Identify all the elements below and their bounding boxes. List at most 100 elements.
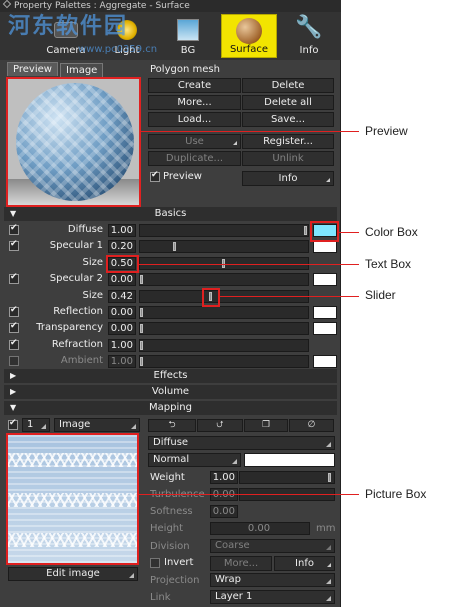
basics-checkbox[interactable]	[9, 321, 19, 333]
basics-slider-thumb[interactable]	[140, 324, 143, 333]
basics-color-box[interactable]	[313, 322, 337, 335]
weight-slider-thumb[interactable]	[328, 473, 331, 482]
basics-slider	[139, 355, 309, 368]
preview-checkbox[interactable]	[150, 170, 160, 182]
unlink-button[interactable]: Unlink	[242, 151, 334, 166]
expand-down-icon: ▼	[10, 209, 17, 218]
softness-field: 0.00	[210, 505, 238, 518]
expand-down-icon: ▼	[10, 403, 17, 412]
material-preview	[6, 77, 141, 207]
basics-value-field[interactable]: 0.42	[108, 290, 136, 303]
basics-slider[interactable]	[139, 339, 309, 352]
weight-slider[interactable]	[239, 471, 335, 484]
projection-label: Projection	[150, 575, 200, 586]
use-button[interactable]: Use	[148, 134, 241, 149]
edit-image-button[interactable]: Edit image	[8, 567, 138, 581]
basics-slider-thumb[interactable]	[140, 275, 143, 284]
basics-slider[interactable]	[139, 273, 309, 286]
basics-checkbox[interactable]	[9, 305, 19, 317]
text-box-callout: Text Box	[365, 257, 412, 271]
layer-number-select[interactable]: 1	[22, 418, 50, 432]
basics-label: Reflection	[53, 306, 103, 317]
basics-value-field[interactable]: 0.00	[108, 273, 136, 286]
basics-value-field[interactable]: 0.20	[108, 240, 136, 253]
watermark-url: www.pc0359.cn	[78, 44, 158, 55]
weight-field[interactable]: 1.00	[210, 471, 238, 484]
basics-checkbox[interactable]	[9, 239, 19, 251]
basics-slider[interactable]	[139, 224, 309, 237]
basics-value-field[interactable]: 1.00	[108, 339, 136, 352]
division-label: Division	[150, 541, 190, 552]
texture-pattern-band	[8, 493, 137, 507]
mapping-info-button[interactable]: Info	[274, 556, 335, 571]
blend-mode-select[interactable]: Normal	[148, 453, 241, 467]
basics-slider-thumb[interactable]	[304, 226, 307, 235]
tab-preview[interactable]: Preview	[7, 62, 58, 76]
texture-picture-box	[6, 433, 139, 565]
basics-slider-thumb[interactable]	[140, 308, 143, 317]
basics-value-field[interactable]: 0.00	[108, 322, 136, 335]
mapping-more-button[interactable]: More...	[210, 556, 272, 571]
mapping-layer-checkbox[interactable]	[8, 418, 18, 430]
mesh-info-button[interactable]: Info	[242, 171, 334, 186]
texture-pattern-band	[8, 453, 137, 467]
create-button[interactable]: Create	[148, 78, 241, 93]
polygon-mesh-title: Polygon mesh	[150, 64, 220, 75]
volume-header-label: Volume	[151, 386, 190, 397]
basics-slider-thumb	[140, 357, 143, 366]
mapping-header[interactable]: ▼ Mapping	[4, 401, 337, 415]
volume-header[interactable]: ▶ Volume	[4, 385, 337, 399]
effects-header[interactable]: ▶ Effects	[4, 369, 337, 383]
more-button[interactable]: More...	[148, 95, 241, 110]
info-tab[interactable]: 🔧 Info	[281, 14, 337, 58]
property-palette: Property Palettes : Aggregate - Surface …	[0, 0, 341, 607]
map-type-select[interactable]: Image	[54, 418, 140, 432]
delete-button[interactable]: Delete	[242, 78, 334, 93]
expand-right-icon: ▶	[10, 387, 17, 396]
basics-slider[interactable]	[139, 306, 309, 319]
load-button[interactable]: Load...	[148, 112, 241, 127]
basics-checkbox[interactable]	[9, 223, 19, 235]
collapse-icon[interactable]	[2, 0, 12, 9]
duplicate-button[interactable]: Duplicate...	[148, 151, 241, 166]
basics-slider-thumb[interactable]	[140, 341, 143, 350]
link-label: Link	[150, 592, 171, 603]
preview-callout-line	[141, 131, 359, 132]
division-select: Coarse	[210, 539, 335, 553]
tab-image[interactable]: Image	[60, 63, 104, 77]
bg-tab-label: BG	[180, 45, 196, 56]
text-box-highlight	[106, 255, 139, 273]
bg-tab[interactable]: BG	[160, 14, 216, 58]
basics-checkbox[interactable]	[9, 338, 19, 350]
basics-value-field[interactable]: 1.00	[108, 224, 136, 237]
color-box-callout-line	[339, 232, 359, 233]
invert-checkbox[interactable]	[150, 558, 160, 568]
undo-map-icon[interactable]: ⮌	[148, 419, 196, 432]
map-target-select[interactable]: Diffuse	[148, 436, 335, 450]
texture-pattern-band	[8, 533, 137, 547]
basics-slider[interactable]	[139, 322, 309, 335]
basics-color-box[interactable]	[313, 273, 337, 286]
basics-checkbox[interactable]	[9, 272, 19, 284]
save-button[interactable]: Save...	[242, 112, 334, 127]
surface-tab-label: Surface	[229, 44, 269, 55]
basics-value-field: 1.00	[108, 355, 136, 368]
surface-ball-icon	[236, 18, 262, 44]
clear-map-icon[interactable]: ∅	[289, 419, 334, 432]
projection-select[interactable]: Wrap	[210, 573, 335, 587]
redo-map-icon[interactable]: ⮍	[197, 419, 243, 432]
copy-map-icon[interactable]: ❐	[244, 419, 288, 432]
preview-checkbox-label: Preview	[163, 171, 202, 182]
blend-color-box[interactable]	[244, 453, 335, 467]
link-select[interactable]: Layer 1	[210, 590, 335, 604]
basics-slider[interactable]	[139, 240, 309, 253]
delete-all-button[interactable]: Delete all	[242, 95, 334, 110]
basics-value-field[interactable]: 0.00	[108, 306, 136, 319]
basics-color-box[interactable]	[313, 306, 337, 319]
basics-header[interactable]: ▼ Basics	[4, 207, 337, 221]
picture-box-callout-line	[139, 494, 359, 495]
basics-checkbox[interactable]	[9, 356, 19, 366]
register-button[interactable]: Register...	[242, 134, 334, 149]
basics-slider-thumb[interactable]	[173, 242, 176, 251]
surface-tab[interactable]: Surface	[221, 14, 277, 58]
